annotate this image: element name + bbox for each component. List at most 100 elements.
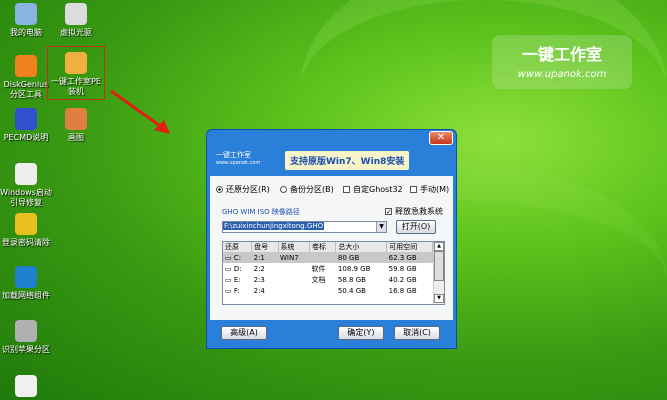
column-header[interactable]: 系统: [278, 242, 311, 252]
table-cell: [310, 285, 336, 296]
table-row[interactable]: ▭ C: 2:1 WIN7 80 GB 62.3 GB: [223, 252, 433, 263]
dialog-logo-name: 一键工作室: [216, 151, 251, 159]
desktop-icon[interactable]: PECMD说明: [0, 108, 52, 143]
selected-icon-frame: [47, 46, 105, 100]
ok-button[interactable]: 确定(Y): [338, 326, 384, 340]
desktop-icon-label: 我的电脑: [10, 28, 42, 37]
app-icon: [15, 266, 37, 288]
checkbox-label: 释放急救系统: [395, 207, 443, 216]
table-row[interactable]: ▭ F: 2:4 50.4 GB 16.8 GB: [223, 285, 433, 296]
scroll-up-icon[interactable]: ▲: [434, 242, 444, 251]
dialog-logo: 一键工作室 www.upanok.com: [216, 150, 260, 166]
app-icon: [15, 3, 37, 25]
column-header[interactable]: 盘号: [251, 242, 279, 252]
app-icon: [65, 108, 87, 130]
table-row[interactable]: ▭ E: 2:3 文档 58.8 GB 40.2 GB: [223, 274, 433, 285]
checkbox-label: 手动(M): [420, 185, 450, 194]
installer-dialog: ✕ 一键工作室 www.upanok.com 支持原版Win7、Win8安装 还原…: [206, 129, 457, 349]
table-row[interactable]: ▭ D: 2:2 软件 108.9 GB 59.8 GB: [223, 263, 433, 274]
desktop-icon[interactable]: 加载网络组件: [0, 266, 52, 301]
path-value[interactable]: F:\zuixinchunjingxitong.GHO: [223, 222, 325, 230]
slogan: 支持原版Win7、Win8安装: [285, 151, 410, 170]
cancel-button[interactable]: 取消(C): [394, 326, 440, 340]
chevron-down-icon[interactable]: ▼: [376, 222, 386, 232]
app-icon: [15, 213, 37, 235]
checkbox-ghost32[interactable]: 自定Ghost32: [343, 184, 403, 195]
table-cell: 2:2: [253, 264, 265, 273]
app-icon: [15, 108, 37, 130]
brand-logo: 一键工作室 www.upanok.com: [492, 35, 632, 89]
checkbox-release[interactable]: ✓ 释放急救系统: [385, 206, 443, 217]
drive-letter: D:: [233, 264, 242, 273]
partition-table: 还原 盘号 系统 卷标 总大小 可用空间 ▭ C: 2:1 WIN7 80 GB 62.3 GB ▭ …: [222, 241, 445, 305]
open-button[interactable]: 打开(O): [396, 220, 436, 234]
desktop-icon[interactable]: Windows启动引导修复: [0, 163, 52, 208]
scroll-down-icon[interactable]: ▼: [434, 294, 444, 303]
table-cell: 58.8 GB: [337, 275, 366, 284]
table-cell: 80 GB: [335, 252, 387, 263]
desktop-icon-label: 加载网络组件: [2, 291, 50, 300]
drive-letter: C:: [233, 253, 242, 262]
close-button[interactable]: ✕: [429, 131, 453, 145]
desktop-icon-label: 虚拟光驱: [60, 28, 92, 37]
desktop-icon[interactable]: 我的电脑: [0, 3, 52, 38]
advanced-button[interactable]: 高级(A): [221, 326, 267, 340]
column-header[interactable]: 可用空间: [386, 242, 433, 252]
table-cell: ▭ F:: [223, 285, 252, 296]
brand-url: www.upanok.com: [517, 69, 607, 80]
app-icon: [15, 163, 37, 185]
column-header[interactable]: 还原: [223, 242, 253, 252]
table-cell: ▭ E:: [223, 274, 252, 285]
desktop-icon[interactable]: 虚拟光驱: [50, 3, 102, 38]
desktop-icon[interactable]: 识别苹果分区: [0, 320, 52, 355]
checkbox-checked-icon: ✓: [385, 208, 392, 216]
desktop-icon-label: 识别苹果分区: [2, 345, 50, 354]
desktop-icon[interactable]: [0, 375, 52, 400]
table-cell: 62.3 GB: [386, 252, 433, 263]
radio-icon: [216, 186, 223, 193]
drive-icon: ▭: [225, 264, 234, 273]
drive-icon: ▭: [225, 286, 234, 295]
table-cell: ▭ C:: [223, 252, 252, 263]
table-cell: 50.4 GB: [337, 286, 366, 295]
radio-label: 备份分区(B): [290, 185, 334, 194]
checkbox-icon: [343, 186, 350, 193]
dialog-footer: 高级(A) 确定(Y) 取消(C): [210, 320, 453, 348]
scrollbar[interactable]: ▲ ▼: [433, 242, 444, 304]
desktop-icon[interactable]: DiskGenius分区工具: [0, 55, 52, 100]
desktop-icon-label: DiskGenius分区工具: [3, 80, 49, 99]
app-icon: [15, 55, 37, 77]
table-cell: 2:4: [253, 286, 265, 295]
red-arrow: [110, 89, 170, 134]
dialog-panel: 还原分区(R) 备份分区(B) 自定Ghost32 手动(M) GHO WIM …: [210, 176, 453, 320]
path-label: GHO WIM ISO 映像路径: [222, 208, 300, 216]
radio-restore[interactable]: 还原分区(R): [216, 184, 270, 195]
table-cell: 16.8 GB: [388, 286, 417, 295]
desktop-icon-label: Windows启动引导修复: [0, 188, 52, 207]
column-header[interactable]: 卷标: [309, 242, 337, 252]
table-cell: [278, 274, 310, 285]
table-header: 还原 盘号 系统 卷标 总大小 可用空间: [223, 242, 433, 252]
table-cell: [278, 285, 310, 296]
app-icon: [65, 3, 87, 25]
desktop-icon[interactable]: 登录密码清除: [0, 213, 52, 248]
desktop-icon[interactable]: 画图: [50, 108, 102, 143]
scroll-thumb[interactable]: [434, 251, 444, 281]
dialog-banner: 一键工作室 www.upanok.com 支持原版Win7、Win8安装: [210, 146, 453, 176]
app-icon: [15, 320, 37, 342]
table-cell: WIN7: [278, 252, 310, 263]
table-cell: 108.9 GB: [337, 264, 371, 273]
desktop-icon-label: 登录密码清除: [2, 238, 50, 247]
table-cell: 59.8 GB: [388, 264, 417, 273]
desktop-icon-label: PECMD说明: [3, 133, 49, 142]
table-cell: 软件: [311, 264, 326, 273]
checkbox-manual[interactable]: 手动(M): [410, 184, 449, 195]
radio-backup[interactable]: 备份分区(B): [280, 184, 334, 195]
drive-icon: ▭: [225, 275, 234, 284]
table-cell: 2:3: [253, 275, 265, 284]
desktop-icon-label: 画图: [68, 133, 84, 142]
path-combo[interactable]: F:\zuixinchunjingxitong.GHO ▼: [222, 221, 387, 233]
app-icon: [15, 375, 37, 397]
drive-letter: E:: [233, 275, 241, 284]
column-header[interactable]: 总大小: [335, 242, 388, 252]
